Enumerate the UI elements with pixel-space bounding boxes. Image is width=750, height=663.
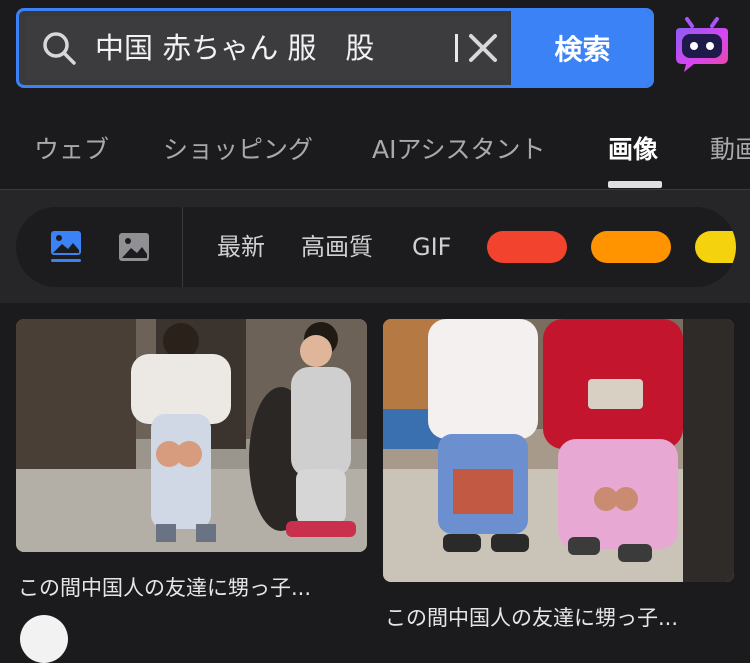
search-input[interactable]: 中国 赤ちゃん 服 股	[95, 16, 435, 80]
image-icon[interactable]	[116, 229, 152, 265]
search-field[interactable]: 中国 赤ちゃん 服 股	[25, 16, 508, 80]
filter-high-quality[interactable]: 高画質	[301, 207, 373, 287]
color-filter-yellow[interactable]	[695, 231, 736, 263]
tab-videos[interactable]: 動画	[710, 110, 750, 188]
color-filter-red[interactable]	[487, 231, 567, 263]
image-layout-icon[interactable]	[48, 229, 84, 265]
color-filter-orange[interactable]	[591, 231, 671, 263]
image-results: この間中国人の友達に甥っ子... この間中国人の友達に甥っ子...	[0, 303, 750, 630]
top-bar: 中国 赤ちゃん 服 股 検索 ウェブ ショッピング AIアシスタント 画像 動画	[0, 0, 750, 190]
tab-web[interactable]: ウェブ	[34, 110, 109, 188]
source-avatar	[20, 615, 68, 663]
result-caption[interactable]: この間中国人の友達に甥っ子...	[385, 602, 734, 632]
filter-bar: 最新 高画質 GIF	[0, 190, 750, 303]
filter-separator	[182, 207, 183, 287]
result-thumbnail[interactable]	[383, 319, 734, 582]
filter-gif[interactable]: GIF	[412, 207, 451, 287]
image-result-card[interactable]: この間中国人の友達に甥っ子...	[16, 319, 367, 619]
result-thumbnail[interactable]	[16, 319, 367, 552]
image-result-card[interactable]: この間中国人の友達に甥っ子...	[383, 319, 734, 630]
clear-icon[interactable]	[459, 24, 507, 72]
filter-latest[interactable]: 最新	[217, 207, 265, 287]
tab-images[interactable]: 画像	[608, 110, 658, 188]
tab-shopping[interactable]: ショッピング	[163, 110, 313, 188]
active-tab-indicator	[608, 181, 662, 188]
search-box: 中国 赤ちゃん 服 股 検索	[16, 8, 654, 88]
result-caption[interactable]: この間中国人の友達に甥っ子...	[18, 572, 367, 602]
filter-pill: 最新 高画質 GIF	[16, 207, 736, 287]
search-tabs: ウェブ ショッピング AIアシスタント 画像 動画	[0, 110, 750, 188]
tab-ai-assistant[interactable]: AIアシスタント	[372, 110, 545, 188]
search-button[interactable]: 検索	[511, 11, 651, 85]
search-icon	[43, 32, 76, 65]
ai-assistant-robot-icon[interactable]	[672, 16, 732, 76]
text-caret	[455, 34, 458, 62]
